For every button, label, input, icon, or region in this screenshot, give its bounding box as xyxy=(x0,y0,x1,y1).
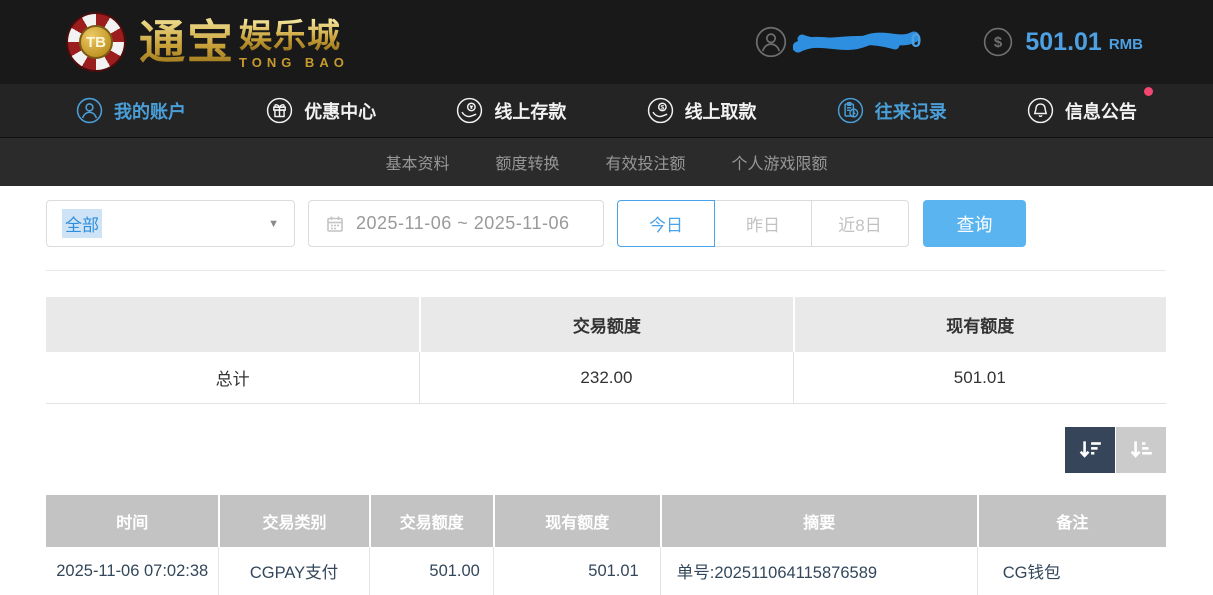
subnav-item-valid-bets[interactable]: 有效投注额 xyxy=(606,150,686,174)
sort-descending-button[interactable] xyxy=(1065,427,1115,473)
subnav-item-basic-info[interactable]: 基本资料 xyxy=(385,150,449,174)
chip-monogram: TB xyxy=(79,25,113,59)
sort-controls xyxy=(46,427,1166,473)
deposit-icon xyxy=(456,97,483,124)
records-header-trade-amount: 交易额度 xyxy=(369,495,493,547)
bell-icon xyxy=(1027,97,1054,124)
range-last8days-button[interactable]: 近8日 xyxy=(811,200,909,247)
sort-descending-icon xyxy=(1077,437,1103,463)
svg-text:$: $ xyxy=(660,104,664,111)
calendar-icon xyxy=(325,214,345,234)
logo-title-rest: 娱乐城 xyxy=(239,18,349,54)
balance-display[interactable]: $ 501.01 RMB xyxy=(983,27,1143,57)
range-yesterday-button[interactable]: 昨日 xyxy=(714,200,812,247)
search-button[interactable]: 查询 xyxy=(923,200,1026,247)
date-range-value: 2025-11-06 ~ 2025-11-06 xyxy=(356,213,570,234)
record-category: CGPAY支付 xyxy=(218,547,368,595)
logo-title-main: 通宝 xyxy=(139,12,235,72)
chevron-down-icon: ▼ xyxy=(268,218,279,230)
gift-icon xyxy=(266,97,293,124)
sort-ascending-button[interactable] xyxy=(1116,427,1166,473)
user-icon xyxy=(755,26,787,58)
nav-item-announcements[interactable]: 信息公告 xyxy=(1027,97,1137,124)
notification-dot xyxy=(1144,87,1153,96)
balance-currency: RMB xyxy=(1109,36,1143,53)
records-header-category: 交易类别 xyxy=(218,495,368,547)
subnav-item-credit-transfer[interactable]: 额度转换 xyxy=(495,150,559,174)
records-table: 时间 交易类别 交易额度 现有额度 摘要 备注 2025-11-06 07:02… xyxy=(46,495,1166,595)
nav-item-transaction-records[interactable]: 往来记录 xyxy=(837,97,947,124)
record-trade-amount: 501.00 xyxy=(369,547,493,595)
account-subnav: 基本资料 额度转换 有效投注额 个人游戏限额 xyxy=(0,137,1213,186)
summary-current-amount-value: 501.01 xyxy=(793,352,1166,404)
nav-label: 线上取款 xyxy=(685,98,757,124)
balance-amount: 501.01 xyxy=(1025,28,1101,57)
records-header-row: 时间 交易类别 交易额度 现有额度 摘要 备注 xyxy=(46,495,1166,547)
logo-text: 通宝 娱乐城 TONG BAO xyxy=(139,12,349,72)
sort-ascending-icon xyxy=(1128,437,1154,463)
nav-label: 往来记录 xyxy=(875,98,947,124)
records-icon xyxy=(837,97,864,124)
top-header: TB 通宝 娱乐城 TONG BAO 0 xyxy=(0,0,1213,84)
summary-header-current-amount: 现有额度 xyxy=(793,297,1166,352)
summary-trade-amount-value: 232.00 xyxy=(419,352,792,404)
date-range-input[interactable]: 2025-11-06 ~ 2025-11-06 xyxy=(308,200,604,247)
record-time: 2025-11-06 07:02:38 xyxy=(46,547,218,595)
casino-chip-icon: TB xyxy=(66,12,126,72)
range-today-button[interactable]: 今日 xyxy=(617,200,715,247)
records-header-current-amount: 现有额度 xyxy=(493,495,660,547)
nav-item-deposit[interactable]: 线上存款 xyxy=(456,97,566,124)
redaction-scribble xyxy=(793,26,919,58)
nav-item-my-account[interactable]: 我的账户 xyxy=(76,97,186,124)
summary-header-blank xyxy=(46,297,419,352)
summary-header-row: 交易额度 现有额度 xyxy=(46,297,1166,352)
table-row: 2025-11-06 07:02:38 CGPAY支付 501.00 501.0… xyxy=(46,547,1166,595)
username-display[interactable]: 0 xyxy=(755,26,922,58)
record-current-amount: 501.01 xyxy=(493,547,660,595)
nav-label: 线上存款 xyxy=(494,98,566,124)
quick-range-group: 今日 昨日 近8日 xyxy=(617,200,909,247)
username-suffix: 0 xyxy=(911,31,922,53)
svg-text:$: $ xyxy=(994,34,1003,51)
nav-item-promotions[interactable]: 优惠中心 xyxy=(266,97,376,124)
summary-header-trade-amount: 交易额度 xyxy=(419,297,792,352)
record-summary: 单号:202511064115876589 xyxy=(660,547,977,595)
site-logo[interactable]: TB 通宝 娱乐城 TONG BAO xyxy=(66,12,349,72)
summary-total-label: 总计 xyxy=(46,352,419,404)
main-nav: 我的账户 优惠中心 线上存款 $ 线上取款 xyxy=(0,84,1213,137)
filter-row: 全部 ▼ 2025-11-06 ~ 2025-11-06 今日 昨日 近8日 查… xyxy=(46,200,1166,247)
subnav-item-game-limits[interactable]: 个人游戏限额 xyxy=(732,150,828,174)
withdraw-icon: $ xyxy=(647,97,674,124)
summary-total-row: 总计 232.00 501.01 xyxy=(46,352,1166,404)
logo-subtitle: TONG BAO xyxy=(239,55,349,70)
nav-label: 信息公告 xyxy=(1065,98,1137,124)
select-value: 全部 xyxy=(62,209,102,238)
records-header-summary: 摘要 xyxy=(660,495,977,547)
summary-table: 交易额度 现有额度 总计 232.00 501.01 xyxy=(46,297,1166,404)
nav-item-withdraw[interactable]: $ 线上取款 xyxy=(647,97,757,124)
nav-label: 优惠中心 xyxy=(304,98,376,124)
record-remark: CG钱包 xyxy=(977,547,1166,595)
dollar-icon: $ xyxy=(983,27,1013,57)
transaction-type-select[interactable]: 全部 ▼ xyxy=(46,200,295,247)
records-header-remark: 备注 xyxy=(977,495,1166,547)
section-divider xyxy=(46,270,1166,271)
nav-label: 我的账户 xyxy=(114,98,186,124)
records-header-time: 时间 xyxy=(46,495,218,547)
user-circle-icon xyxy=(76,97,103,124)
main-content: 全部 ▼ 2025-11-06 ~ 2025-11-06 今日 昨日 近8日 查… xyxy=(0,186,1213,595)
